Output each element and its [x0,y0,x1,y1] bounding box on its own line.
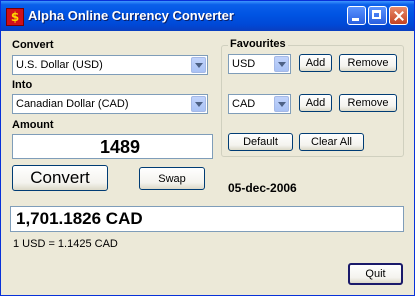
amount-label: Amount [12,119,54,131]
convert-label: Convert [12,39,54,51]
maximize-button[interactable] [368,6,387,25]
convert-button[interactable]: Convert [12,165,108,191]
to-currency-value: Canadian Dollar (CAD) [16,98,129,110]
favourite-2-add-button[interactable]: Add [299,94,332,112]
favourite-2-select[interactable]: CAD [228,94,291,114]
exchange-rate-text: 1 USD = 1.1425 CAD [13,238,118,250]
converter-window: $ Alpha Online Currency Converter Conver… [0,0,415,296]
chevron-down-icon[interactable] [274,56,289,72]
window-title: Alpha Online Currency Converter [28,8,234,23]
chevron-down-icon[interactable] [191,57,206,73]
amount-value: 1489 [99,137,140,157]
clear-all-label: Clear All [311,136,352,148]
favourite-1-add-button[interactable]: Add [299,54,332,72]
from-currency-value: U.S. Dollar (USD) [16,59,103,71]
quit-button[interactable]: Quit [348,263,403,285]
result-display: 1,701.1826 CAD [10,206,404,232]
into-label: Into [12,79,33,91]
add-label: Add [305,97,326,109]
remove-label: Remove [347,97,389,109]
favourites-title: Favourites [228,38,288,50]
favourite-1-select[interactable]: USD [228,54,291,74]
minimize-button[interactable] [347,6,366,25]
remove-label: Remove [347,57,389,69]
favourite-1-remove-button[interactable]: Remove [339,54,397,72]
close-button[interactable] [389,6,408,25]
convert-button-label: Convert [30,168,90,187]
result-value: 1,701.1826 CAD [16,209,143,228]
favourite-2-remove-button[interactable]: Remove [339,94,397,112]
chevron-down-icon[interactable] [191,96,206,112]
add-label: Add [305,57,326,69]
default-label: Default [243,136,278,148]
rate-date: 05-dec-2006 [228,181,297,195]
title-bar[interactable]: $ Alpha Online Currency Converter [1,1,414,31]
swap-button-label: Swap [158,172,186,185]
clear-all-button[interactable]: Clear All [299,133,364,151]
from-currency-select[interactable]: U.S. Dollar (USD) [12,55,208,75]
dollar-icon: $ [6,8,24,26]
favourite-1-value: USD [232,58,256,70]
quit-button-label: Quit [365,268,386,280]
favourite-2-value: CAD [232,98,256,110]
amount-input[interactable]: 1489 [12,134,213,159]
to-currency-select[interactable]: Canadian Dollar (CAD) [12,94,208,114]
chevron-down-icon[interactable] [274,96,289,112]
swap-button[interactable]: Swap [139,167,205,190]
default-button[interactable]: Default [228,133,293,151]
